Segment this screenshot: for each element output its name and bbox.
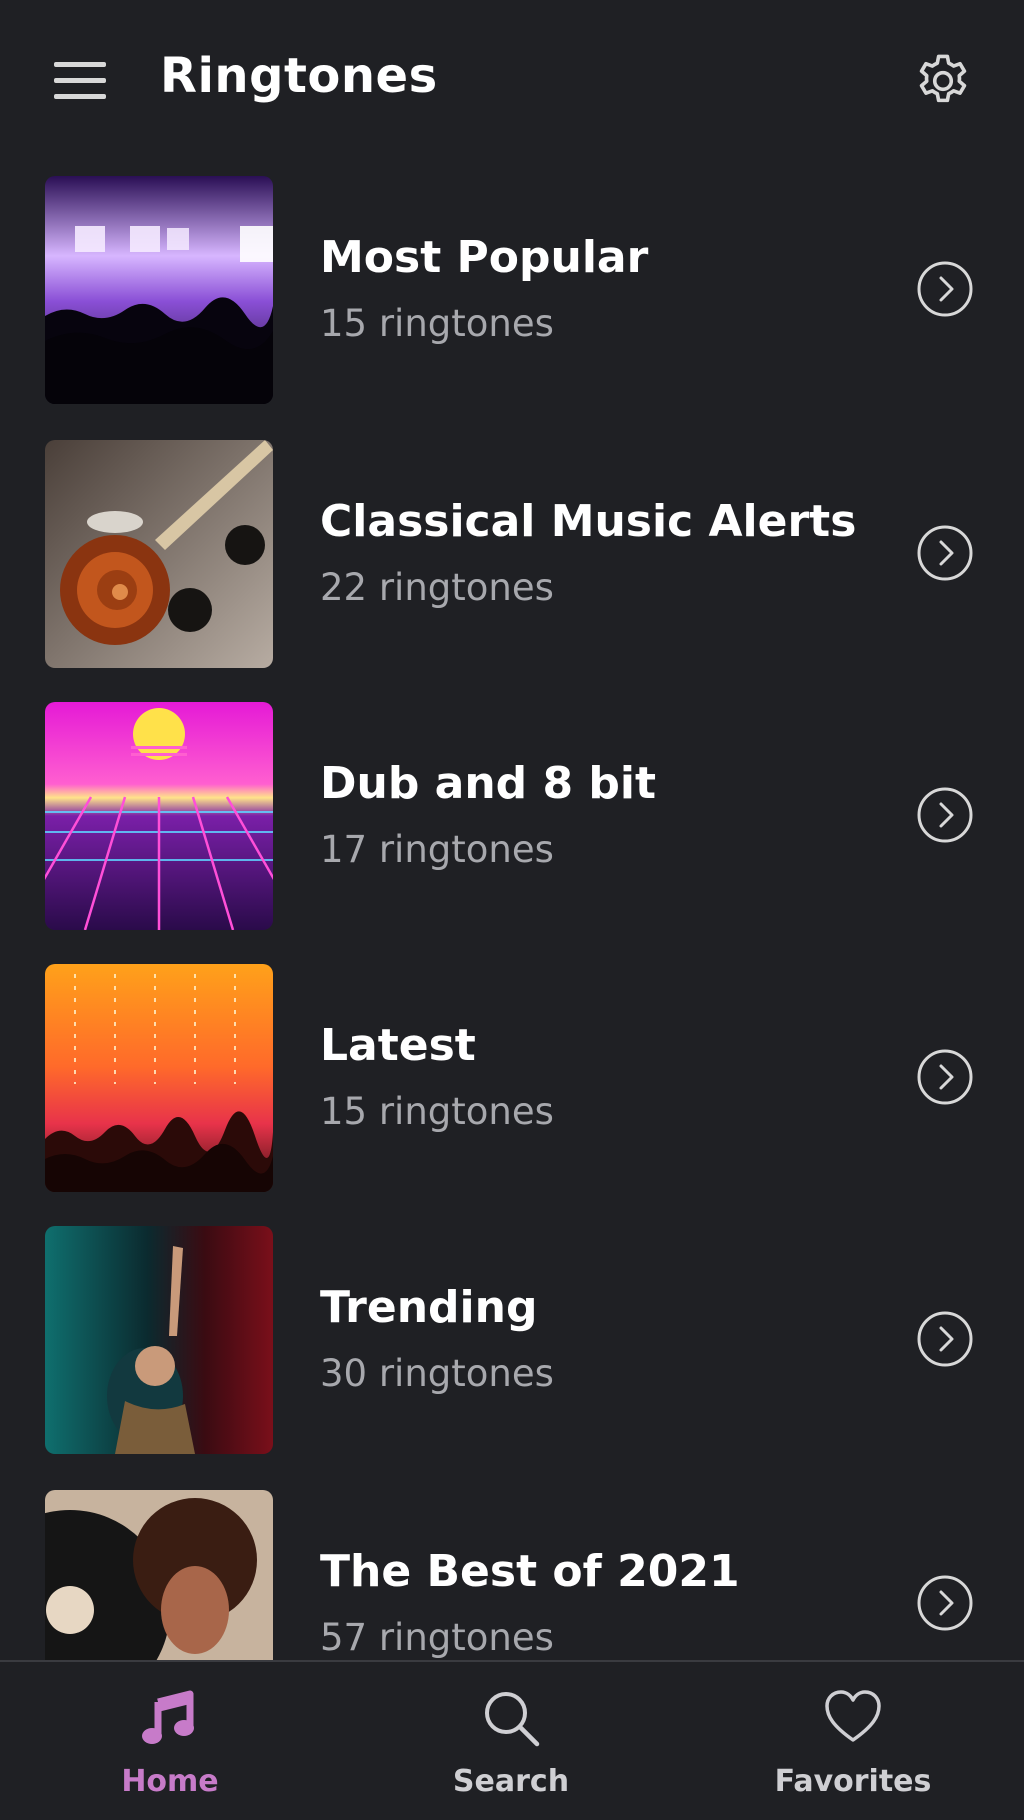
vinyl-portrait-thumbnail [45,1490,273,1660]
violin-thumbnail [45,440,273,668]
nav-search[interactable]: Search [401,1662,621,1820]
category-count: 30 ringtones [320,1352,554,1395]
category-row-trending[interactable]: Trending 30 ringtones [0,1210,1024,1454]
category-row-best-of-2021[interactable]: The Best of 2021 57 ringtones [0,1474,1024,1660]
category-row-most-popular[interactable]: Most Popular 15 ringtones [0,160,1024,404]
category-count: 22 ringtones [320,566,554,609]
singer-thumbnail [45,1226,273,1454]
category-title: Classical Music Alerts [320,496,857,547]
category-title: Most Popular [320,232,649,283]
music-note-icon [142,1690,194,1744]
category-row-latest[interactable]: Latest 15 ringtones [0,948,1024,1192]
top-app-bar: Ringtones [0,0,1024,160]
category-list: Most Popular 15 ringtones Classical Musi… [0,160,1024,1660]
heart-icon [825,1690,881,1742]
category-row-dub-and-8-bit[interactable]: Dub and 8 bit 17 ringtones [0,686,1024,930]
chevron-right-circle-icon[interactable] [916,1574,974,1632]
chevron-right-circle-icon[interactable] [916,1048,974,1106]
chevron-right-circle-icon[interactable] [916,524,974,582]
concert-thumbnail [45,176,273,404]
category-count: 15 ringtones [320,302,554,345]
category-row-classical-music-alerts[interactable]: Classical Music Alerts 22 ringtones [0,424,1024,668]
gear-icon[interactable] [912,50,974,112]
category-title: Latest [320,1020,476,1071]
nav-search-label: Search [452,1764,570,1799]
nav-favorites[interactable]: Favorites [743,1662,963,1820]
chevron-right-circle-icon[interactable] [916,260,974,318]
category-title: The Best of 2021 [320,1546,740,1597]
category-count: 15 ringtones [320,1090,554,1133]
search-icon [485,1692,540,1747]
nav-home[interactable]: Home [60,1662,280,1820]
app-screen: Ringtones Most Popular 15 ringtones Clas… [0,0,1024,1820]
page-title: Ringtones [160,48,438,104]
chevron-right-circle-icon[interactable] [916,786,974,844]
nav-favorites-label: Favorites [774,1764,932,1799]
nav-home-label: Home [121,1764,219,1799]
category-title: Trending [320,1282,538,1333]
synthwave-thumbnail [45,702,273,930]
category-count: 57 ringtones [320,1616,554,1659]
crowd-thumbnail [45,964,273,1192]
hamburger-menu-icon[interactable] [52,58,108,104]
bottom-navigation: Home Search Favorites [0,1660,1024,1820]
category-count: 17 ringtones [320,828,554,871]
category-title: Dub and 8 bit [320,758,657,809]
chevron-right-circle-icon[interactable] [916,1310,974,1368]
